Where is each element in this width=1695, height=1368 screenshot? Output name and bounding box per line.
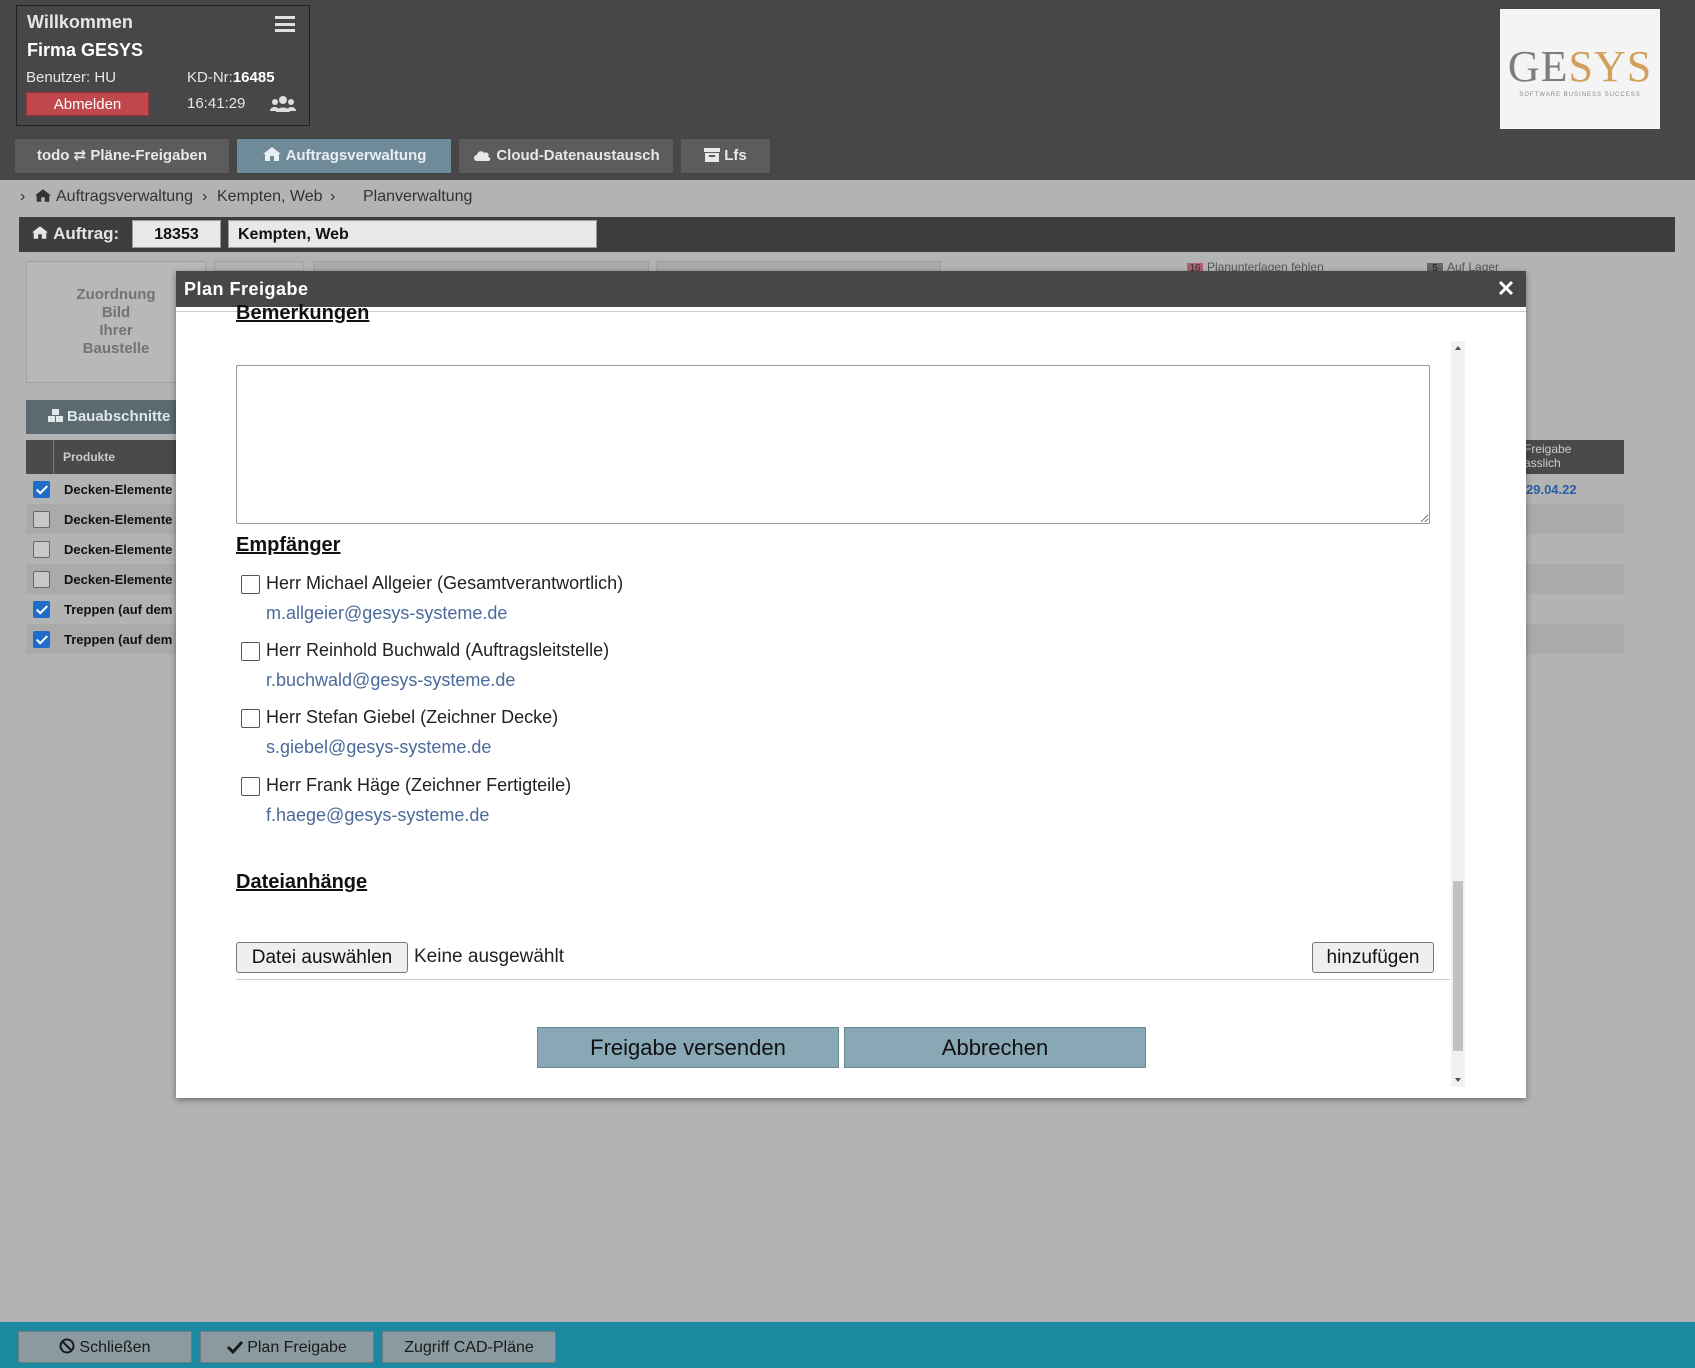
recipient-name: Herr Stefan Giebel (Zeichner Decke): [266, 707, 559, 727]
footer-bar: Schließen Plan Freigabe Zugriff CAD-Plän…: [0, 1322, 1695, 1368]
dialog-title: Plan Freigabe: [184, 279, 309, 299]
home-icon: [262, 147, 281, 161]
recipient-checkbox[interactable]: [241, 642, 260, 661]
home-icon: [31, 226, 49, 239]
clock-time: 16:41:29: [187, 95, 246, 112]
tab-lfs[interactable]: Lfs: [681, 139, 770, 173]
user-value: HU: [94, 69, 117, 86]
file-status: Keine ausgewählt: [414, 946, 564, 967]
chevron-right-icon: ›: [20, 188, 26, 205]
kd-value: 16485: [232, 69, 275, 86]
customer-number: KD-Nr:16485: [187, 69, 275, 86]
auftrag-bar: Auftrag: 18353 Kempten, Web: [19, 217, 1675, 252]
plan-release-dialog: Plan Freigabe Bemerkungen Empfänger Herr…: [176, 271, 1526, 1098]
cad-access-button[interactable]: Zugriff CAD-Pläne: [382, 1331, 556, 1363]
bg-panel: [214, 261, 304, 271]
remarks-textarea[interactable]: [236, 365, 1430, 524]
remarks-title: Bemerkungen: [236, 302, 370, 324]
dialog-scrollbar[interactable]: [1451, 341, 1465, 1087]
column-produkte: Produkte: [63, 450, 116, 464]
row-checkbox[interactable]: [33, 631, 50, 648]
bg-panel: [313, 261, 649, 271]
users-group-icon[interactable]: [270, 95, 296, 113]
recipient-email[interactable]: f.haege@gesys-systeme.de: [266, 805, 489, 826]
auftrag-number: 18353: [132, 220, 221, 248]
user-label: Benutzer:: [26, 69, 91, 86]
cloud-icon: [474, 151, 491, 161]
dialog-header: Plan Freigabe: [176, 271, 1526, 307]
welcome-panel: Willkommen Firma GESYS Benutzer: HU KD-N…: [16, 5, 310, 126]
breadcrumb-planverwaltung: Planverwaltung: [363, 188, 473, 205]
bg-panel: [656, 261, 941, 271]
column-freigabe: Freigabe asslich: [1524, 442, 1572, 470]
tab-cloud-datenaustausch[interactable]: Cloud-Datenaustausch: [459, 139, 673, 173]
choose-file-button[interactable]: Datei auswählen: [236, 942, 408, 973]
divider: [176, 311, 1526, 312]
auftrag-label: Auftrag:: [31, 224, 119, 244]
cubes-icon: [48, 409, 63, 422]
check-icon: [227, 1340, 244, 1355]
recipient-checkbox[interactable]: [241, 777, 260, 796]
recipient-email[interactable]: s.giebel@gesys-systeme.de: [266, 737, 491, 758]
menu-icon[interactable]: [275, 16, 295, 32]
row-checkbox[interactable]: [33, 601, 50, 618]
logout-button[interactable]: Abmelden: [26, 92, 149, 116]
recipient-email[interactable]: r.buchwald@gesys-systeme.de: [266, 670, 515, 691]
recipient-name: Herr Reinhold Buchwald (Auftragsleitstel…: [266, 640, 610, 660]
attachments-title: Dateianhänge: [236, 871, 368, 893]
row-checkbox[interactable]: [33, 541, 50, 558]
chevron-right-icon: ›: [330, 188, 336, 205]
recipient-email[interactable]: m.allgeier@gesys-systeme.de: [266, 603, 507, 624]
welcome-title: Willkommen: [27, 12, 133, 32]
close-button[interactable]: Schließen: [18, 1331, 192, 1363]
dialog-body: Bemerkungen Empfänger Herr Michael Allge…: [176, 302, 1526, 1098]
scroll-thumb[interactable]: [1453, 881, 1463, 1051]
row-checkbox[interactable]: [33, 571, 50, 588]
tab-plaene-freigaben[interactable]: todo ⇄ Pläne-Freigaben: [15, 139, 229, 173]
recipient-name: Herr Michael Allgeier (Gesamtverantwortl…: [266, 573, 624, 593]
archive-icon: [704, 148, 721, 162]
chevron-right-icon: ›: [202, 188, 208, 205]
recipient-checkbox[interactable]: [241, 575, 260, 594]
recipients-title: Empfänger: [236, 534, 341, 556]
send-release-button[interactable]: Freigabe versenden: [537, 1027, 839, 1068]
breadcrumb-kempten-web[interactable]: Kempten, Web: [217, 188, 323, 206]
scroll-down-icon[interactable]: [1451, 1073, 1465, 1087]
company-name: Firma GESYS: [27, 40, 144, 60]
user-info: Benutzer: HU: [26, 69, 116, 86]
add-attachment-button[interactable]: hinzufügen: [1312, 942, 1434, 973]
row-checkbox[interactable]: [33, 481, 50, 498]
divider: [236, 979, 1450, 980]
plan-release-button[interactable]: Plan Freigabe: [200, 1331, 374, 1363]
home-icon[interactable]: [34, 188, 52, 208]
recipient-checkbox[interactable]: [241, 709, 260, 728]
gesys-logo: GESYS SOFTWARE BUSINESS SUCCESS: [1500, 9, 1660, 129]
recipient-name: Herr Frank Häge (Zeichner Fertigteile): [266, 775, 572, 795]
close-icon[interactable]: [1496, 278, 1516, 298]
auftrag-name: Kempten, Web: [228, 220, 597, 248]
app-header: Willkommen Firma GESYS Benutzer: HU KD-N…: [0, 0, 1695, 180]
ban-icon: [59, 1338, 75, 1354]
kd-label: KD-Nr:: [187, 69, 233, 86]
bauabschnitte-button[interactable]: Bauabschnitte: [26, 400, 181, 434]
row-checkbox[interactable]: [33, 511, 50, 528]
breadcrumb-auftragsverwaltung[interactable]: Auftragsverwaltung: [56, 188, 193, 206]
tab-auftragsverwaltung[interactable]: Auftragsverwaltung: [237, 139, 451, 173]
cancel-button[interactable]: Abbrechen: [844, 1027, 1146, 1068]
scroll-up-icon[interactable]: [1451, 341, 1465, 355]
